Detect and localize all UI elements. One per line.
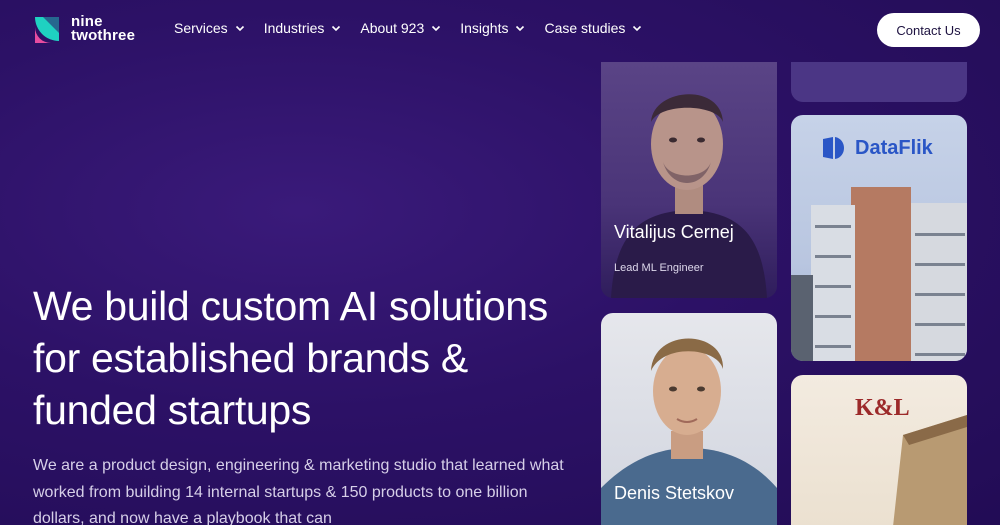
chevron-down-icon: [633, 25, 642, 32]
logo-wordmark: nine twothree: [71, 14, 136, 44]
dataflik-wordmark: DataFlik: [855, 136, 933, 159]
nav-item-label: About 923: [360, 20, 425, 36]
chevron-down-icon: [516, 25, 525, 32]
nav-item-case-studies[interactable]: Case studies: [544, 20, 642, 36]
nav-item-industries[interactable]: Industries: [264, 20, 342, 36]
nav-item-label: Case studies: [544, 20, 626, 36]
nav-item-about[interactable]: About 923: [360, 20, 441, 36]
nav-item-services[interactable]: Services: [174, 20, 245, 36]
chevron-down-icon: [235, 25, 244, 32]
ninetwothree-logo-icon: [35, 17, 59, 43]
case-card-dataflik[interactable]: DataFlik: [791, 115, 967, 361]
nav-item-label: Industries: [263, 20, 325, 36]
logo-line-2: twothree: [71, 27, 136, 44]
contact-us-button[interactable]: Contact Us: [877, 13, 980, 47]
dataflik-logo-icon: [823, 137, 844, 159]
case-card-top[interactable]: [791, 62, 967, 102]
nav-item-label: Insights: [460, 20, 509, 36]
case-card-kl[interactable]: K&L: [791, 375, 967, 525]
nav-item-insights[interactable]: Insights: [460, 20, 525, 36]
team-card-denis[interactable]: Denis Stetskov: [601, 313, 777, 525]
site-header: nine twothree Services Industries About …: [0, 0, 1000, 60]
person-name: Denis Stetskov: [614, 483, 735, 503]
nav-item-label: Services: [174, 20, 228, 36]
brand-logo[interactable]: nine twothree: [33, 13, 135, 45]
dataflik-logo: DataFlik: [821, 135, 933, 161]
chevron-down-icon: [332, 25, 341, 32]
team-card-vitalijus[interactable]: Vitalijus Cernej Lead ML Engineer: [601, 62, 777, 298]
furniture-photo: [893, 415, 967, 525]
main-nav: Services Industries About 923 Insights C…: [174, 20, 661, 36]
person-name: Vitalijus Cernej: [614, 222, 734, 242]
hero-subtitle: We are a product design, engineering & m…: [33, 457, 564, 525]
person-role: Lead ML Engineer: [614, 262, 704, 274]
hero-title: We build custom AI solutions for establi…: [33, 283, 548, 433]
chevron-down-icon: [432, 25, 441, 32]
